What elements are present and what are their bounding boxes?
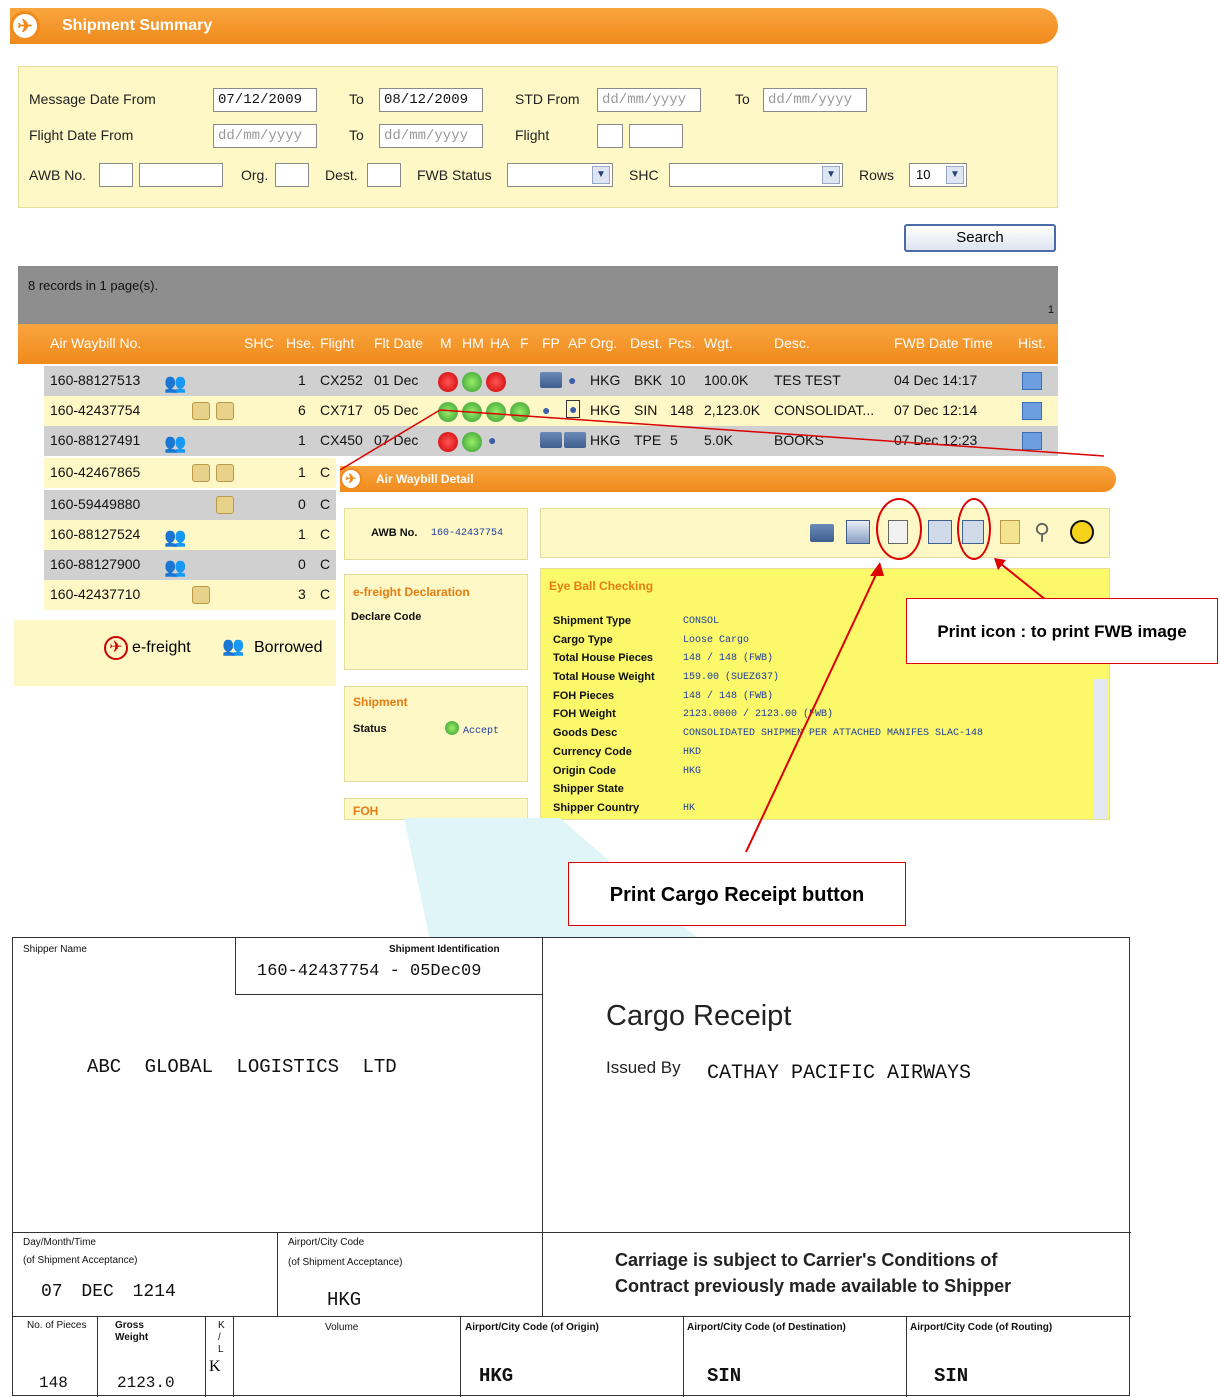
annotation-arrows xyxy=(339,409,1105,940)
shipment-id-value: 160-42437754 - 05Dec09 xyxy=(257,962,482,981)
cargo-receipt: Shipper Name Shipment Identification 160… xyxy=(12,937,1131,1397)
origin-label: Airport/City Code (of Origin) xyxy=(465,1322,599,1333)
day-month-time-label: Day/Month/Time xyxy=(23,1237,96,1248)
print-fwb-arrowhead xyxy=(994,558,1006,570)
issued-by-label: Issued By xyxy=(606,1058,681,1077)
shipper-name-value: ABC GLOBAL LOGISTICS LTD xyxy=(87,1056,397,1078)
pieces-value: 148 xyxy=(39,1374,68,1392)
carriage-terms-line-1: Carriage is subject to Carrier's Conditi… xyxy=(615,1250,998,1270)
shipment-id-label: Shipment Identification xyxy=(389,944,500,955)
carriage-terms-line-2: Contract previously made available to Sh… xyxy=(615,1276,1012,1296)
receipt-title: Cargo Receipt xyxy=(606,1000,792,1032)
destination-label: Airport/City Code (of Destination) xyxy=(687,1322,846,1333)
gross-weight-label: Gross Weight xyxy=(115,1320,149,1343)
routing-value: SIN xyxy=(934,1365,969,1387)
print-receipt-callout: Print Cargo Receipt button xyxy=(568,862,906,926)
print-receipt-arrow xyxy=(745,565,881,853)
gross-weight-value: 2123.0 xyxy=(117,1374,175,1392)
destination-value: SIN xyxy=(707,1365,742,1387)
kl-label: K / L xyxy=(218,1320,225,1355)
day-month-time-sub: (of Shipment Acceptance) xyxy=(23,1255,138,1266)
print-icon-callout: Print icon : to print FWB image xyxy=(906,598,1218,664)
acceptance-time-value: 07 DEC 1214 xyxy=(41,1282,176,1302)
issued-by-value: CATHAY PACIFIC AIRWAYS xyxy=(707,1062,972,1085)
print-receipt-arrowhead xyxy=(870,562,884,576)
pieces-label: No. of Pieces xyxy=(27,1320,87,1331)
airport-code-sub: (of Shipment Acceptance) xyxy=(288,1257,403,1268)
volume-label: Volume xyxy=(325,1322,359,1333)
shipper-name-label: Shipper Name xyxy=(23,944,87,955)
routing-label: Airport/City Code (of Routing) xyxy=(910,1322,1053,1333)
kl-value: K xyxy=(209,1358,221,1375)
row-pointer-line-2 xyxy=(339,409,441,471)
airport-code-label: Airport/City Code xyxy=(288,1237,365,1248)
origin-value: HKG xyxy=(479,1365,514,1387)
row-pointer-line-1 xyxy=(439,409,1105,457)
acceptance-airport-value: HKG xyxy=(327,1289,362,1311)
print-fwb-arrow xyxy=(995,559,1047,601)
